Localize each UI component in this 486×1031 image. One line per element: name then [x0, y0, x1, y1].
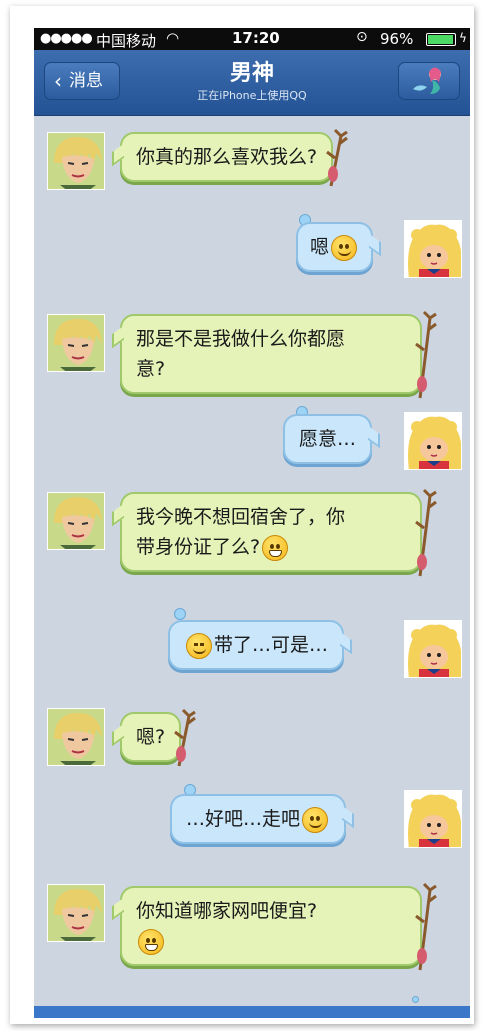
message-bubble-me[interactable]: 嗯: [296, 222, 382, 272]
message-bubble-friend[interactable]: 嗯?: [112, 708, 196, 767]
angry-emoji-icon: [186, 632, 212, 659]
grin-emoji-icon: [262, 534, 289, 561]
message-text: …好吧…走吧: [186, 808, 301, 830]
message-bubble-friend[interactable]: 你知道哪家网吧便宜?: [112, 882, 437, 971]
message-text-line: 那是不是我做什么你都愿: [136, 328, 346, 350]
bubble-tail: [342, 805, 355, 829]
wifi-icon: ◠: [166, 29, 180, 47]
bubble-tail: [112, 143, 124, 167]
friend-avatar[interactable]: [47, 884, 105, 942]
battery-fill: [428, 35, 453, 44]
friend-avatar[interactable]: [47, 132, 105, 190]
message-bubble-friend[interactable]: 那是不是我做什么你都愿 意?: [112, 310, 437, 399]
status-bar: ●●●●● 中国移动 ◠ 17:20 ⊙ 96% ϟ: [34, 28, 470, 50]
bubble-tail: [368, 425, 381, 449]
branch-icon: [174, 708, 196, 767]
message-text-line: 带身份证了么?: [136, 536, 261, 558]
grin-emoji-icon: [138, 928, 164, 955]
photo-frame: ●●●●● 中国移动 ◠ 17:20 ⊙ 96% ϟ ‹ 消息 男神 正在iPh…: [10, 6, 474, 1024]
smile-emoji-icon: [331, 234, 358, 261]
friend-avatar[interactable]: [47, 314, 105, 372]
message-text: 带了…可是…: [214, 634, 329, 656]
message-bubble-friend[interactable]: 你真的那么喜欢我么?: [112, 128, 348, 187]
bubble-tail: [112, 723, 124, 747]
message-bubble-me[interactable]: 愿意…: [283, 414, 381, 464]
my-avatar[interactable]: [404, 620, 462, 678]
message-bubble-me[interactable]: …好吧…走吧: [170, 794, 355, 844]
message-bubble-friend[interactable]: 我今晚不想回宿舍了，你 带身份证了么?: [112, 488, 437, 577]
my-avatar[interactable]: [404, 412, 462, 470]
friend-avatar[interactable]: [47, 708, 105, 766]
message-text: 嗯: [310, 236, 330, 258]
bubble-tail: [369, 233, 382, 257]
message-text-line: 我今晚不想回宿舍了，你: [136, 506, 346, 528]
mermaid-icon: [413, 67, 441, 94]
nav-bar: ‹ 消息 男神 正在iPhone上使用QQ: [34, 50, 470, 116]
message-text-line: 意?: [136, 358, 166, 380]
branch-icon: [415, 488, 437, 577]
bubble-tail: [340, 631, 353, 655]
bubble-tail: [112, 325, 124, 349]
message-bubble-me[interactable]: 带了…可是…: [168, 620, 353, 670]
carrier-name: 中国移动: [96, 32, 157, 50]
bubble-tail: [112, 897, 124, 921]
signal-strength-icon: ●●●●●: [40, 31, 93, 46]
bubble-decor-drop: [174, 608, 186, 620]
battery-percent: 96%: [380, 30, 414, 48]
bubble-decor-drop: [412, 996, 419, 1003]
branch-icon: [415, 882, 437, 971]
profile-button[interactable]: [398, 62, 460, 100]
bubble-tail: [112, 503, 124, 527]
branch-icon: [415, 310, 437, 399]
my-avatar[interactable]: [404, 220, 462, 278]
message-text: 嗯?: [136, 726, 166, 748]
message-text: 愿意…: [299, 428, 357, 450]
clock: 17:20: [232, 29, 280, 47]
message-text: 你知道哪家网吧便宜?: [136, 900, 318, 922]
message-text: 你真的那么喜欢我么?: [136, 146, 318, 168]
dizzy-emoji-icon: [302, 806, 329, 833]
rotation-lock-icon: ⊙: [356, 29, 368, 45]
my-avatar[interactable]: [404, 790, 462, 848]
charging-icon: ϟ: [459, 31, 467, 45]
phone-screen: ●●●●● 中国移动 ◠ 17:20 ⊙ 96% ϟ ‹ 消息 男神 正在iPh…: [34, 28, 470, 1018]
branch-icon: [326, 128, 348, 187]
input-bar-edge: [34, 1006, 470, 1018]
battery-icon: [426, 33, 456, 46]
friend-avatar[interactable]: [47, 492, 105, 550]
